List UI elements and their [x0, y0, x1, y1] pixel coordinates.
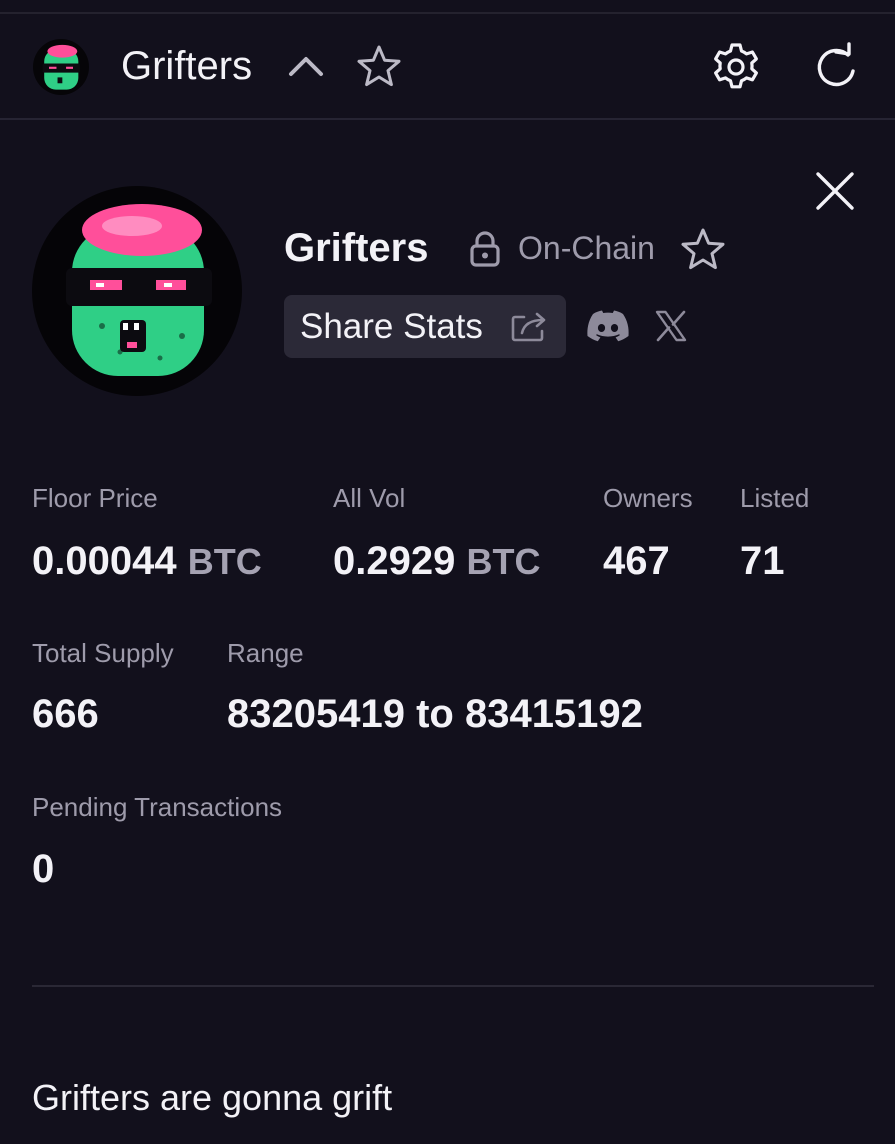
- total-supply-value: 666: [32, 692, 99, 736]
- lock-icon: [470, 231, 500, 267]
- share-icon: [511, 312, 546, 342]
- collection-description: Grifters are gonna grift: [32, 1077, 393, 1118]
- discord-icon[interactable]: [586, 308, 630, 344]
- favorite-star-icon[interactable]: [680, 227, 726, 271]
- floor-price-amount: 0.00044: [32, 539, 177, 583]
- floor-price-unit: BTC: [187, 541, 262, 582]
- pending-transactions-label: Pending Transactions: [32, 792, 283, 822]
- grifter-avatar-image: [66, 204, 212, 376]
- collection-header: Grifters: [0, 14, 895, 118]
- owners-label: Owners: [603, 483, 693, 513]
- refresh-icon[interactable]: [812, 42, 862, 92]
- total-supply-label: Total Supply: [32, 638, 174, 668]
- close-icon[interactable]: [812, 168, 858, 214]
- share-stats-label: Share Stats: [300, 307, 483, 346]
- star-icon[interactable]: [356, 44, 402, 88]
- all-vol-amount: 0.2929: [333, 539, 456, 583]
- floor-price-label: Floor Price: [32, 483, 158, 513]
- header-title[interactable]: Grifters: [121, 42, 252, 90]
- grifter-avatar-icon: [42, 44, 80, 90]
- floor-price-value: 0.00044 BTC: [32, 537, 262, 586]
- all-vol-value: 0.2929 BTC: [333, 537, 540, 586]
- gear-icon[interactable]: [710, 41, 762, 93]
- range-label: Range: [227, 638, 304, 668]
- x-twitter-icon[interactable]: [654, 309, 688, 343]
- section-divider: [32, 985, 874, 987]
- range-value: 83205419 to 83415192: [227, 692, 643, 736]
- collection-avatar-small[interactable]: [33, 39, 89, 95]
- owners-value: 467: [603, 539, 670, 583]
- chevron-up-icon[interactable]: [287, 50, 325, 80]
- all-vol-unit: BTC: [466, 541, 541, 582]
- listed-label: Listed: [740, 483, 810, 513]
- pending-transactions-value: 0: [32, 847, 55, 891]
- collection-avatar: [32, 186, 242, 396]
- all-vol-label: All Vol: [333, 483, 406, 513]
- share-stats-button[interactable]: Share Stats: [284, 295, 566, 358]
- on-chain-badge: On-Chain: [518, 230, 655, 266]
- collection-name: Grifters: [284, 226, 429, 270]
- header-divider: [0, 118, 895, 120]
- listed-value: 71: [740, 539, 785, 583]
